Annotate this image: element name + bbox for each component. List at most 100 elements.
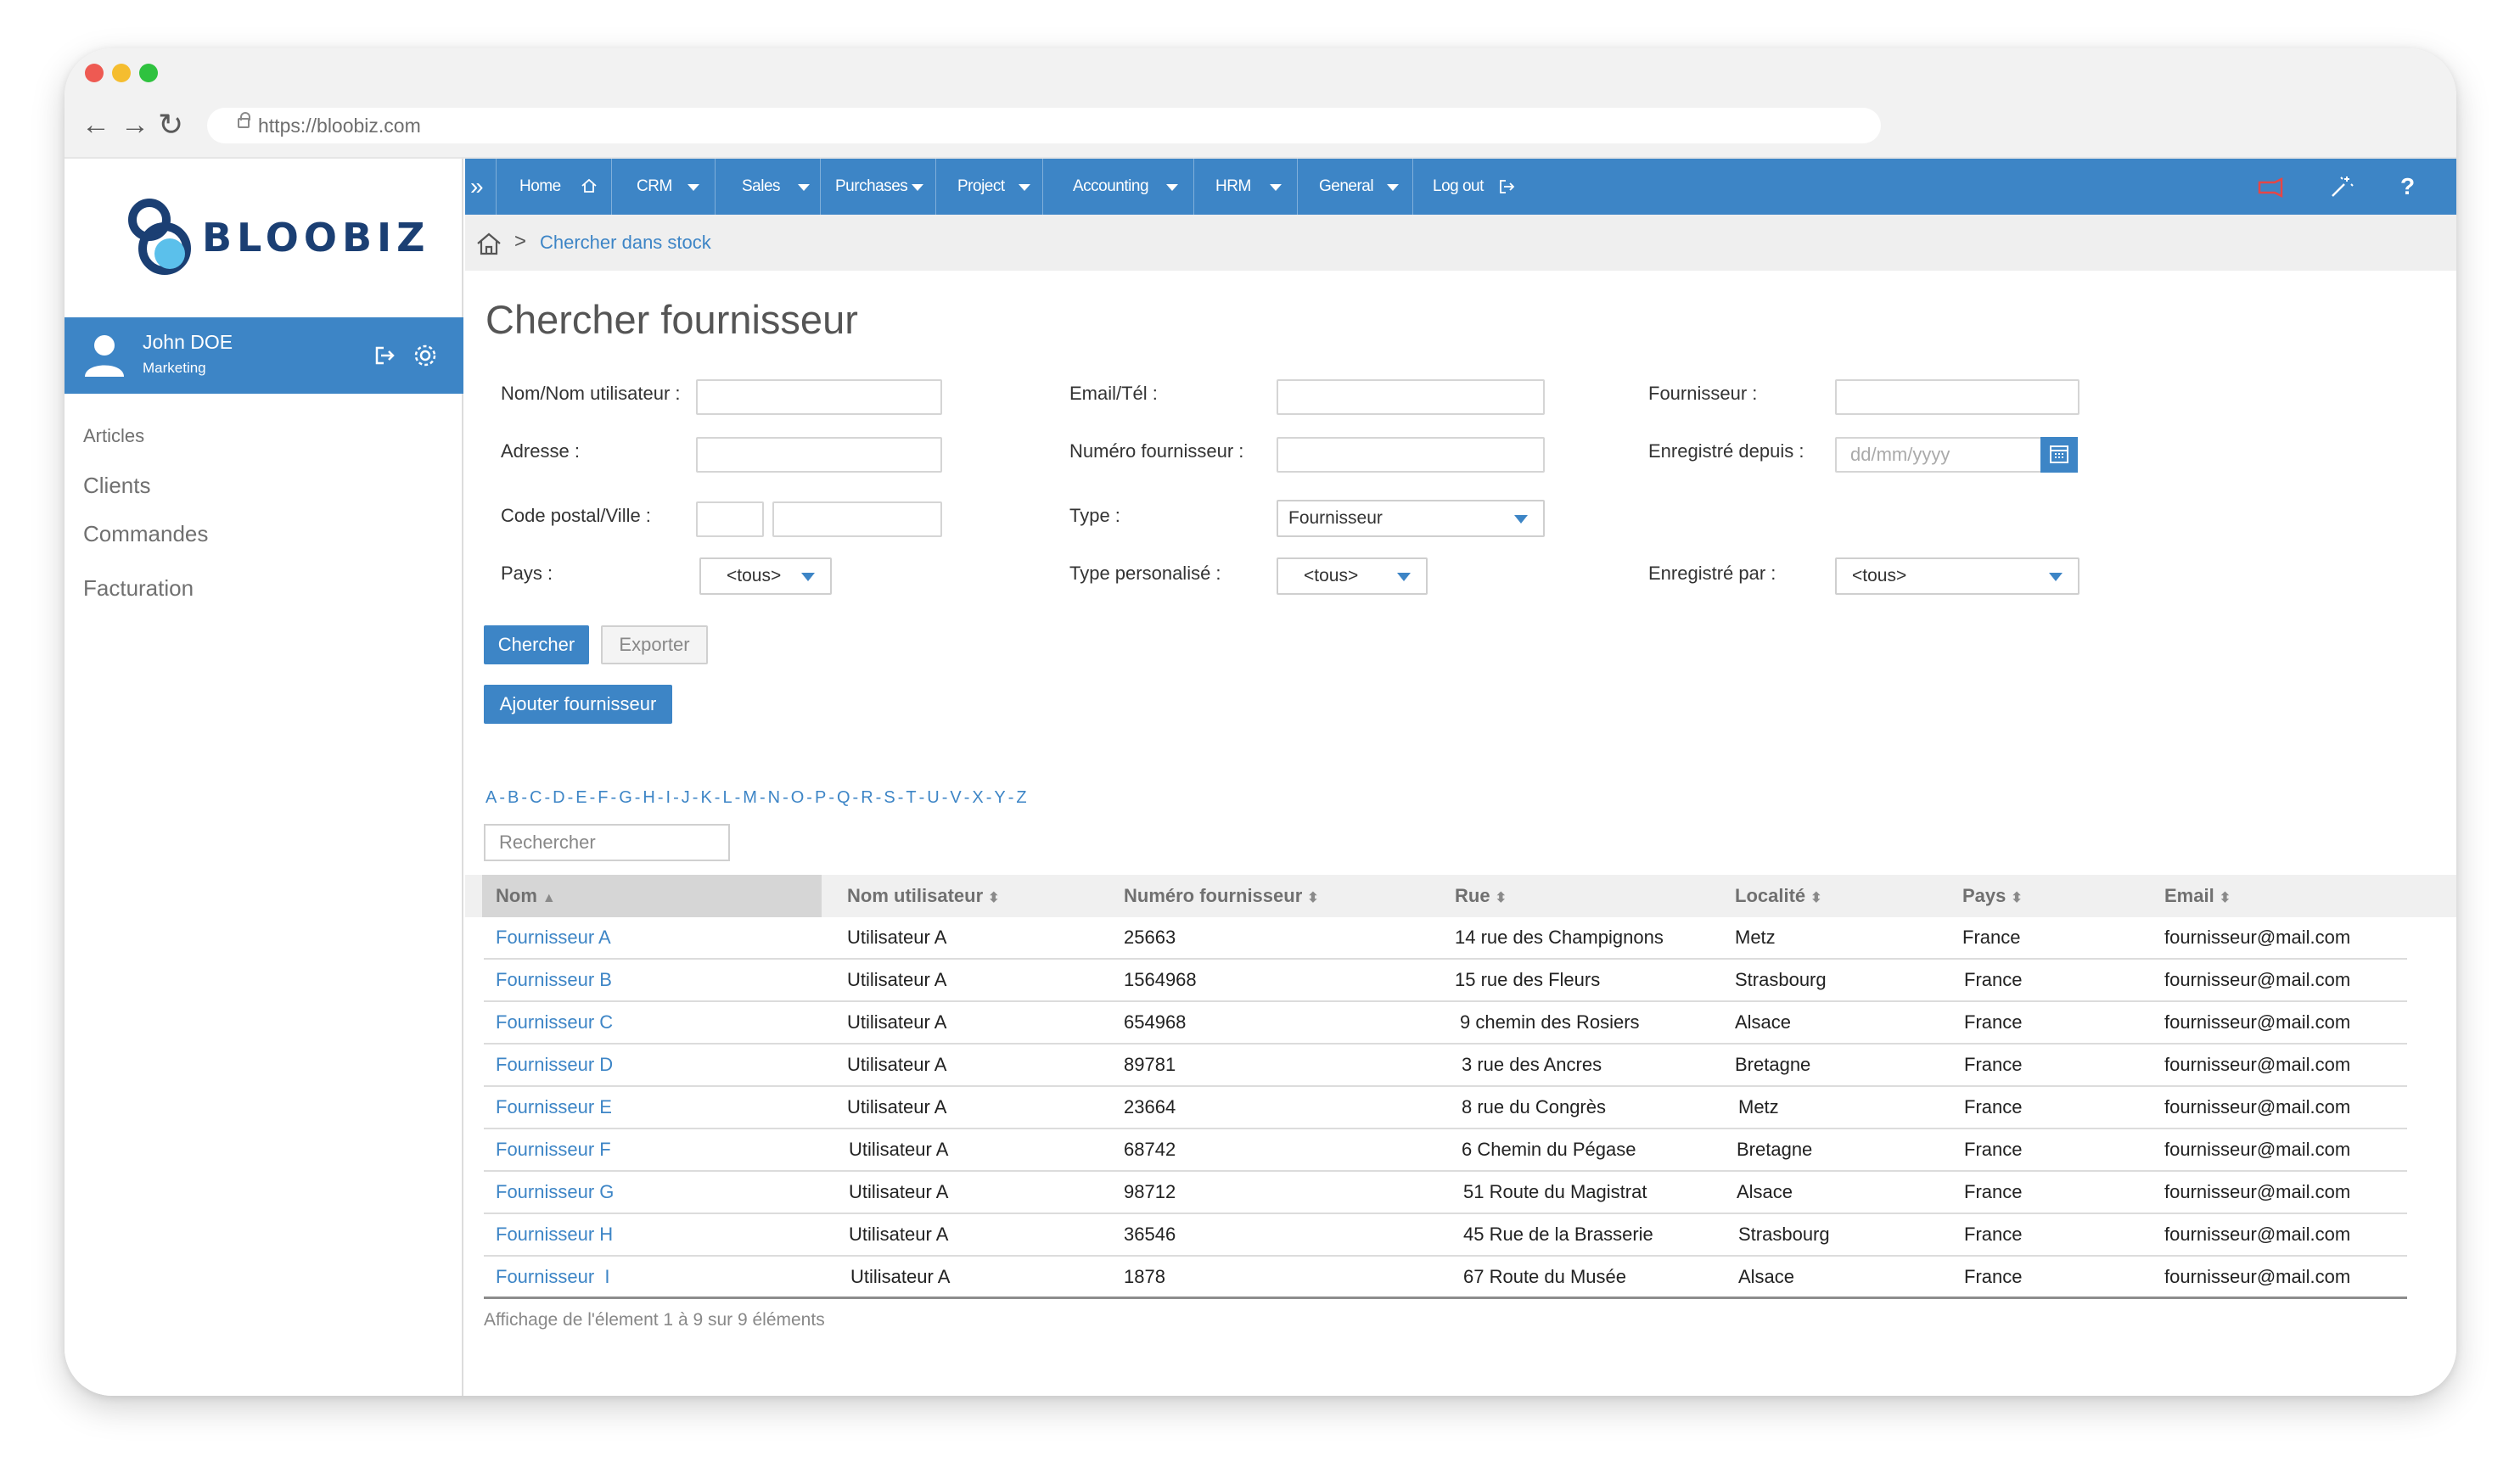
cell-localite: Alsace (1737, 1181, 1793, 1202)
menu-toggle-button[interactable]: » (470, 159, 484, 215)
cell-nom[interactable]: Fournisseur I (496, 1257, 610, 1299)
col-pays[interactable]: Pays ⬍ (1962, 875, 2023, 917)
settings-gear-icon[interactable] (413, 343, 438, 368)
numero-input[interactable] (1277, 437, 1545, 473)
alpha-letter[interactable]: P (815, 788, 826, 807)
help-icon[interactable]: ? (2400, 159, 2415, 215)
nav-hrm[interactable]: HRM (1215, 159, 1251, 215)
nav-general[interactable]: General (1319, 159, 1374, 215)
alpha-letter[interactable]: X (972, 788, 983, 807)
search-button[interactable]: Chercher (484, 625, 589, 664)
email-input[interactable] (1277, 379, 1545, 415)
address-bar[interactable]: https://bloobiz.com (207, 108, 1881, 143)
alpha-letter[interactable]: S (884, 788, 895, 807)
adresse-label: Adresse : (501, 440, 580, 462)
type-select[interactable]: Fournisseur (1277, 500, 1545, 537)
nav-project[interactable]: Project (957, 159, 1005, 215)
forward-icon[interactable]: → (121, 108, 149, 142)
alpha-letter[interactable]: J (682, 788, 690, 807)
breadcrumb-home-icon[interactable] (475, 232, 502, 255)
alpha-letter[interactable]: B (508, 788, 519, 807)
cell-nom[interactable]: Fournisseur F (496, 1129, 611, 1172)
alpha-letter[interactable]: G (619, 788, 632, 807)
alpha-letter[interactable]: C (530, 788, 542, 807)
alpha-letter[interactable]: Q (837, 788, 850, 807)
cell-nom[interactable]: Fournisseur D (496, 1045, 613, 1087)
nav-purchases[interactable]: Purchases (835, 159, 908, 215)
minimize-window-button[interactable] (112, 64, 131, 82)
cell-nom[interactable]: Fournisseur H (496, 1214, 613, 1257)
type-perso-select-value: <tous> (1304, 566, 1359, 585)
enregistre-par-select[interactable]: <tous> (1835, 557, 2079, 595)
col-email[interactable]: Email ⬍ (2164, 875, 2231, 917)
fournisseur-input[interactable] (1835, 379, 2079, 415)
col-rue[interactable]: Rue ⬍ (1455, 875, 1507, 917)
alpha-letter[interactable]: V (950, 788, 961, 807)
sidebar-item-commandes[interactable]: Commandes (83, 521, 208, 547)
nav-logout[interactable]: Log out (1433, 159, 1484, 215)
ville-input[interactable] (772, 501, 942, 537)
date-input[interactable]: dd/mm/yyyy (1835, 437, 2042, 473)
nav-crm[interactable]: CRM (637, 159, 672, 215)
table-row[interactable]: Fournisseur I Utilisateur A 1878 67 Rout… (484, 1257, 2407, 1299)
alpha-letter[interactable]: T (906, 788, 916, 807)
alpha-letter[interactable]: U (927, 788, 939, 807)
col-nom-utilisateur[interactable]: Nom utilisateur ⬍ (847, 875, 1000, 917)
cell-nom[interactable]: Fournisseur C (496, 1002, 613, 1045)
col-nom[interactable]: Nom ▲ (496, 875, 556, 917)
alpha-letter[interactable]: D (553, 788, 564, 807)
table-row[interactable]: Fournisseur G Utilisateur A 98712 51 Rou… (484, 1172, 2407, 1214)
alpha-letter[interactable]: Y (994, 788, 1005, 807)
breadcrumb-current[interactable]: Chercher dans stock (540, 232, 711, 254)
sidebar-item-facturation[interactable]: Facturation (83, 575, 194, 602)
logout-icon (1500, 180, 1515, 193)
alphabet-filter: A-B-C-D-E-F-G-H-I-J-K-L-M-N-O-P-Q-R-S-T-… (485, 788, 1027, 807)
alpha-letter[interactable]: A (485, 788, 497, 807)
table-row[interactable]: Fournisseur B Utilisateur A 1564968 15 r… (484, 960, 2407, 1002)
nom-input[interactable] (696, 379, 942, 415)
cell-nom[interactable]: Fournisseur A (496, 917, 611, 960)
alpha-letter[interactable]: E (575, 788, 587, 807)
back-icon[interactable]: ← (81, 108, 110, 142)
table-row[interactable]: Fournisseur F Utilisateur A 68742 6 Chem… (484, 1129, 2407, 1172)
close-window-button[interactable] (85, 64, 104, 82)
alpha-letter[interactable]: O (791, 788, 805, 807)
sidebar-item-articles[interactable]: Articles (83, 425, 144, 447)
nav-home[interactable]: Home (519, 159, 561, 215)
nav-sales[interactable]: Sales (742, 159, 781, 215)
alpha-letter[interactable]: Z (1016, 788, 1026, 807)
col-numero[interactable]: Numéro fournisseur ⬍ (1124, 875, 1319, 917)
table-row[interactable]: Fournisseur H Utilisateur A 36546 45 Rue… (484, 1214, 2407, 1257)
alpha-letter[interactable]: F (598, 788, 608, 807)
col-localite[interactable]: Localité ⬍ (1735, 875, 1822, 917)
alpha-letter[interactable]: K (700, 788, 711, 807)
pays-select[interactable]: <tous> (699, 557, 832, 595)
alpha-letter[interactable]: R (861, 788, 873, 807)
magic-wand-icon[interactable] (2329, 174, 2354, 199)
cell-nom[interactable]: Fournisseur B (496, 960, 612, 1002)
table-row[interactable]: Fournisseur D Utilisateur A 89781 3 rue … (484, 1045, 2407, 1087)
nav-accounting[interactable]: Accounting (1073, 159, 1149, 215)
logout-icon[interactable] (372, 343, 397, 368)
table-row[interactable]: Fournisseur C Utilisateur A 654968 9 che… (484, 1002, 2407, 1045)
logo[interactable]: BLOOBIZ (126, 193, 424, 286)
add-supplier-button[interactable]: Ajouter fournisseur (484, 685, 672, 724)
adresse-input[interactable] (696, 437, 942, 473)
alpha-letter[interactable]: N (768, 788, 780, 807)
notification-icon[interactable] (2256, 177, 2285, 198)
cell-nom[interactable]: Fournisseur G (496, 1172, 614, 1214)
calendar-button[interactable] (2040, 437, 2078, 473)
sidebar-item-clients[interactable]: Clients (83, 473, 150, 499)
alpha-letter[interactable]: L (722, 788, 732, 807)
reload-icon[interactable]: ↻ (158, 108, 183, 142)
export-button[interactable]: Exporter (601, 625, 708, 664)
table-row[interactable]: Fournisseur E Utilisateur A 23664 8 rue … (484, 1087, 2407, 1129)
alpha-letter[interactable]: M (743, 788, 757, 807)
code-postal-input[interactable] (696, 501, 764, 537)
table-search-input[interactable]: Rechercher (484, 824, 730, 861)
table-row[interactable]: Fournisseur A Utilisateur A 25663 14 rue… (484, 917, 2407, 960)
type-perso-select[interactable]: <tous> (1277, 557, 1428, 595)
cell-nom[interactable]: Fournisseur E (496, 1087, 612, 1129)
maximize-window-button[interactable] (139, 64, 158, 82)
alpha-letter[interactable]: H (643, 788, 654, 807)
